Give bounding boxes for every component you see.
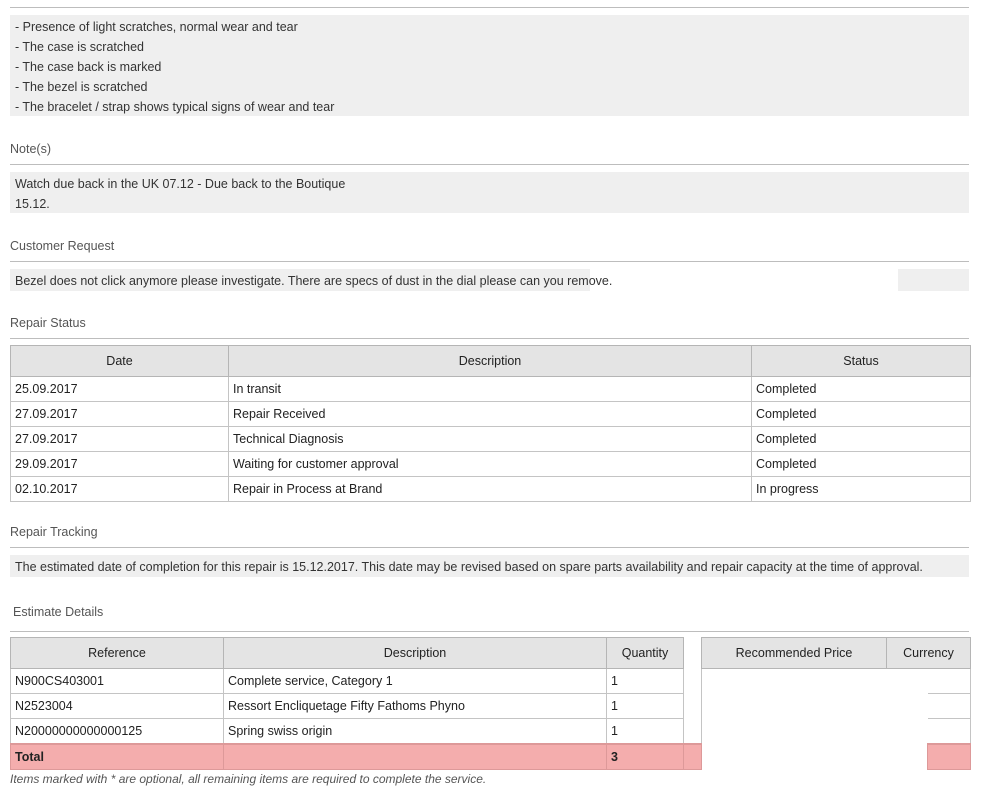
repair-status-title: Repair Status: [10, 316, 86, 330]
description-cell: Waiting for customer approval: [228, 451, 752, 477]
currency-cell: [927, 668, 971, 694]
price-cell: [887, 669, 928, 694]
total-description-cell: [223, 743, 607, 770]
table-row: 29.09.2017 Waiting for customer approval…: [10, 451, 971, 477]
customer-request-divider: [10, 261, 969, 262]
reference-cell: N20000000000000125: [10, 718, 224, 745]
quantity-cell: 1: [606, 718, 684, 745]
column-header-status: Status: [751, 345, 971, 377]
price-cell: [702, 719, 887, 745]
currency-cell: [927, 718, 971, 745]
price-cell: [887, 719, 928, 745]
total-quantity: 3: [606, 743, 684, 770]
estimate-title: Estimate Details: [13, 605, 104, 619]
status-cell: Completed: [751, 451, 971, 477]
repair-tracking-text: The estimated date of completion for thi…: [15, 560, 923, 574]
table-row: N20000000000000125 Spring swiss origin 1: [10, 718, 971, 745]
table-row: 27.09.2017 Technical Diagnosis Completed: [10, 426, 971, 452]
description-cell: Technical Diagnosis: [228, 426, 752, 452]
quantity-cell: 1: [606, 668, 684, 694]
column-header-date: Date: [10, 345, 229, 377]
notes-divider: [10, 164, 969, 165]
repair-status-divider: [10, 338, 969, 339]
condition-line: - The bracelet / strap shows typical sig…: [15, 100, 335, 114]
repair-tracking-title: Repair Tracking: [10, 525, 98, 539]
notes-line: Watch due back in the UK 07.12 - Due bac…: [15, 177, 346, 191]
column-header-recommended-price: Recommended Price: [701, 637, 887, 669]
condition-line: - The bezel is scratched: [15, 80, 148, 94]
date-cell: 25.09.2017: [10, 376, 229, 402]
date-cell: 27.09.2017: [10, 426, 229, 452]
notes-title: Note(s): [10, 142, 51, 156]
table-row: 25.09.2017 In transit Completed: [10, 376, 971, 402]
column-header-description: Description: [228, 345, 752, 377]
date-cell: 29.09.2017: [10, 451, 229, 477]
condition-line: - The case is scratched: [15, 40, 144, 54]
total-price-cell: [886, 744, 928, 770]
repair-status-table: Date Description Status 25.09.2017 In tr…: [10, 345, 971, 502]
customer-request-text: Bezel does not click anymore please inve…: [15, 274, 613, 288]
condition-line: - Presence of light scratches, normal we…: [15, 20, 298, 34]
description-cell: In transit: [228, 376, 752, 402]
customer-request-title: Customer Request: [10, 239, 115, 253]
total-spacer-cell: [683, 743, 702, 770]
price-cell: [702, 694, 887, 719]
description-cell: Ressort Encliquetage Fifty Fathoms Phyno: [223, 693, 607, 719]
spacer-cell: [683, 693, 702, 719]
column-header-description: Description: [223, 637, 607, 669]
spacer-cell: [683, 718, 702, 744]
spacer-cell: [683, 668, 702, 694]
customer-request-extra-box: [898, 269, 969, 291]
total-price-cell: [701, 744, 887, 770]
description-cell: Complete service, Category 1: [223, 668, 607, 694]
total-currency-cell: [927, 743, 971, 770]
top-divider: [10, 7, 969, 8]
status-cell: Completed: [751, 376, 971, 402]
table-row: N900CS403001 Complete service, Category …: [10, 668, 971, 694]
table-row: 27.09.2017 Repair Received Completed: [10, 401, 971, 427]
total-row: Total 3: [10, 743, 971, 770]
table-row: 02.10.2017 Repair in Process at Brand In…: [10, 476, 971, 502]
estimate-table: Reference Description Quantity Recommend…: [10, 637, 971, 770]
description-cell: Repair Received: [228, 401, 752, 427]
status-cell: In progress: [751, 476, 971, 502]
quantity-cell: 1: [606, 693, 684, 719]
reference-cell: N900CS403001: [10, 668, 224, 694]
date-cell: 02.10.2017: [10, 476, 229, 502]
estimate-footnote: Items marked with * are optional, all re…: [10, 772, 487, 786]
notes-line: 15.12.: [15, 197, 50, 211]
price-cell: [887, 694, 928, 719]
status-cell: Completed: [751, 426, 971, 452]
column-header-quantity: Quantity: [606, 637, 684, 669]
repair-tracking-divider: [10, 547, 969, 548]
column-header-currency: Currency: [886, 637, 971, 669]
condition-line: - The case back is marked: [15, 60, 162, 74]
reference-cell: N2523004: [10, 693, 224, 719]
column-header-reference: Reference: [10, 637, 224, 669]
table-row: N2523004 Ressort Encliquetage Fifty Fath…: [10, 693, 971, 719]
total-label: Total: [10, 743, 224, 770]
description-cell: Repair in Process at Brand: [228, 476, 752, 502]
currency-cell: [927, 693, 971, 719]
price-cell: [702, 669, 887, 694]
column-spacer: [683, 637, 702, 669]
date-cell: 27.09.2017: [10, 401, 229, 427]
description-cell: Spring swiss origin: [223, 718, 607, 745]
status-cell: Completed: [751, 401, 971, 427]
estimate-divider: [10, 631, 969, 632]
